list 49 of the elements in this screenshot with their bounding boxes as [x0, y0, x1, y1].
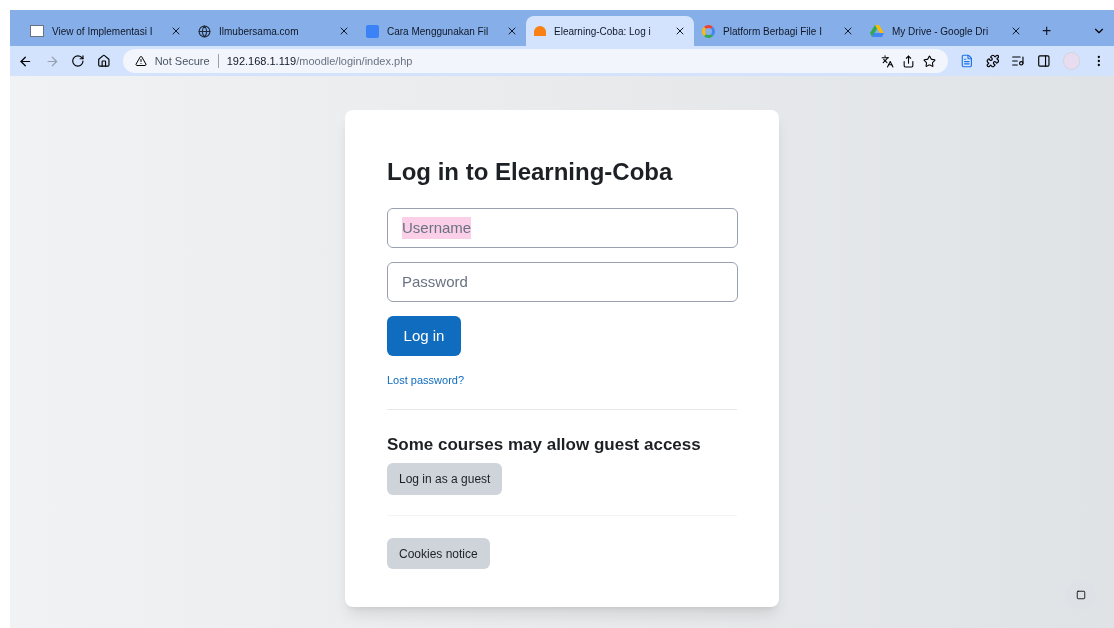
close-icon[interactable] [506, 25, 518, 37]
circle-g-icon [702, 24, 715, 38]
browser-tab[interactable]: Cara Menggunakan Fil [358, 16, 526, 46]
guest-heading: Some courses may allow guest access [387, 433, 702, 456]
reload-icon[interactable] [71, 54, 85, 68]
browser-tab[interactable]: Ilmubersama.com [190, 16, 358, 46]
tab-title: Cara Menggunakan Fil [387, 24, 490, 39]
document-icon[interactable] [960, 54, 974, 68]
tab-title: Platform Berbagi File I [723, 24, 823, 39]
warning-icon [134, 55, 147, 67]
cookies-notice-button[interactable]: Cookies notice [387, 538, 490, 569]
close-icon[interactable] [170, 25, 182, 37]
url-text: 192.168.1.119/moodle/login/index.php [226, 53, 413, 69]
close-icon[interactable] [338, 25, 350, 37]
placeholder-text: Username [402, 216, 472, 240]
square-icon [366, 24, 379, 38]
login-button[interactable]: Log in [387, 316, 461, 356]
translate-icon[interactable] [881, 54, 895, 68]
tab-title: My Drive - Google Dri [892, 24, 990, 39]
globe-icon [198, 24, 211, 38]
square-icon [1076, 590, 1086, 600]
login-title: Log in to Elearning-Coba [387, 157, 674, 187]
placeholder-text: Password [402, 271, 468, 292]
triangle-icon [870, 25, 884, 37]
browser-tab[interactable]: Platform Berbagi File I [694, 16, 862, 46]
list-icon[interactable] [1011, 54, 1026, 68]
new-tab-button[interactable]: + [1030, 16, 1064, 46]
guest-login-button[interactable]: Log in as a guest [387, 463, 503, 495]
browser-tab[interactable]: View of Implementasi I [22, 16, 190, 46]
text-field[interactable]: Username [387, 208, 738, 248]
close-icon[interactable] [1010, 25, 1022, 37]
tab-title: View of Implementasi I [52, 24, 154, 39]
extensions-icon[interactable] [985, 54, 1000, 68]
star-icon[interactable] [923, 54, 937, 68]
hat-icon [534, 26, 546, 36]
side-panel-icon[interactable] [1037, 54, 1051, 68]
close-icon[interactable] [842, 25, 854, 37]
security-label: Not Secure [154, 53, 210, 69]
tab-title: Ilmubersama.com [219, 24, 300, 39]
browser-tab[interactable]: Elearning-Coba: Log i [526, 16, 694, 46]
address-bar[interactable]: Not Secure 192.168.1.119/moodle/login/index.php [122, 49, 949, 73]
home-icon[interactable] [96, 54, 111, 68]
text-field[interactable]: Password [387, 262, 738, 302]
tab-title: Elearning-Coba: Log i [554, 24, 652, 39]
share-icon[interactable] [902, 54, 916, 68]
close-icon[interactable] [674, 25, 686, 37]
browser-tab[interactable]: My Drive - Google Dri [862, 16, 1030, 46]
document-icon [30, 25, 44, 37]
lost-password-link[interactable]: Lost password? [387, 372, 737, 389]
